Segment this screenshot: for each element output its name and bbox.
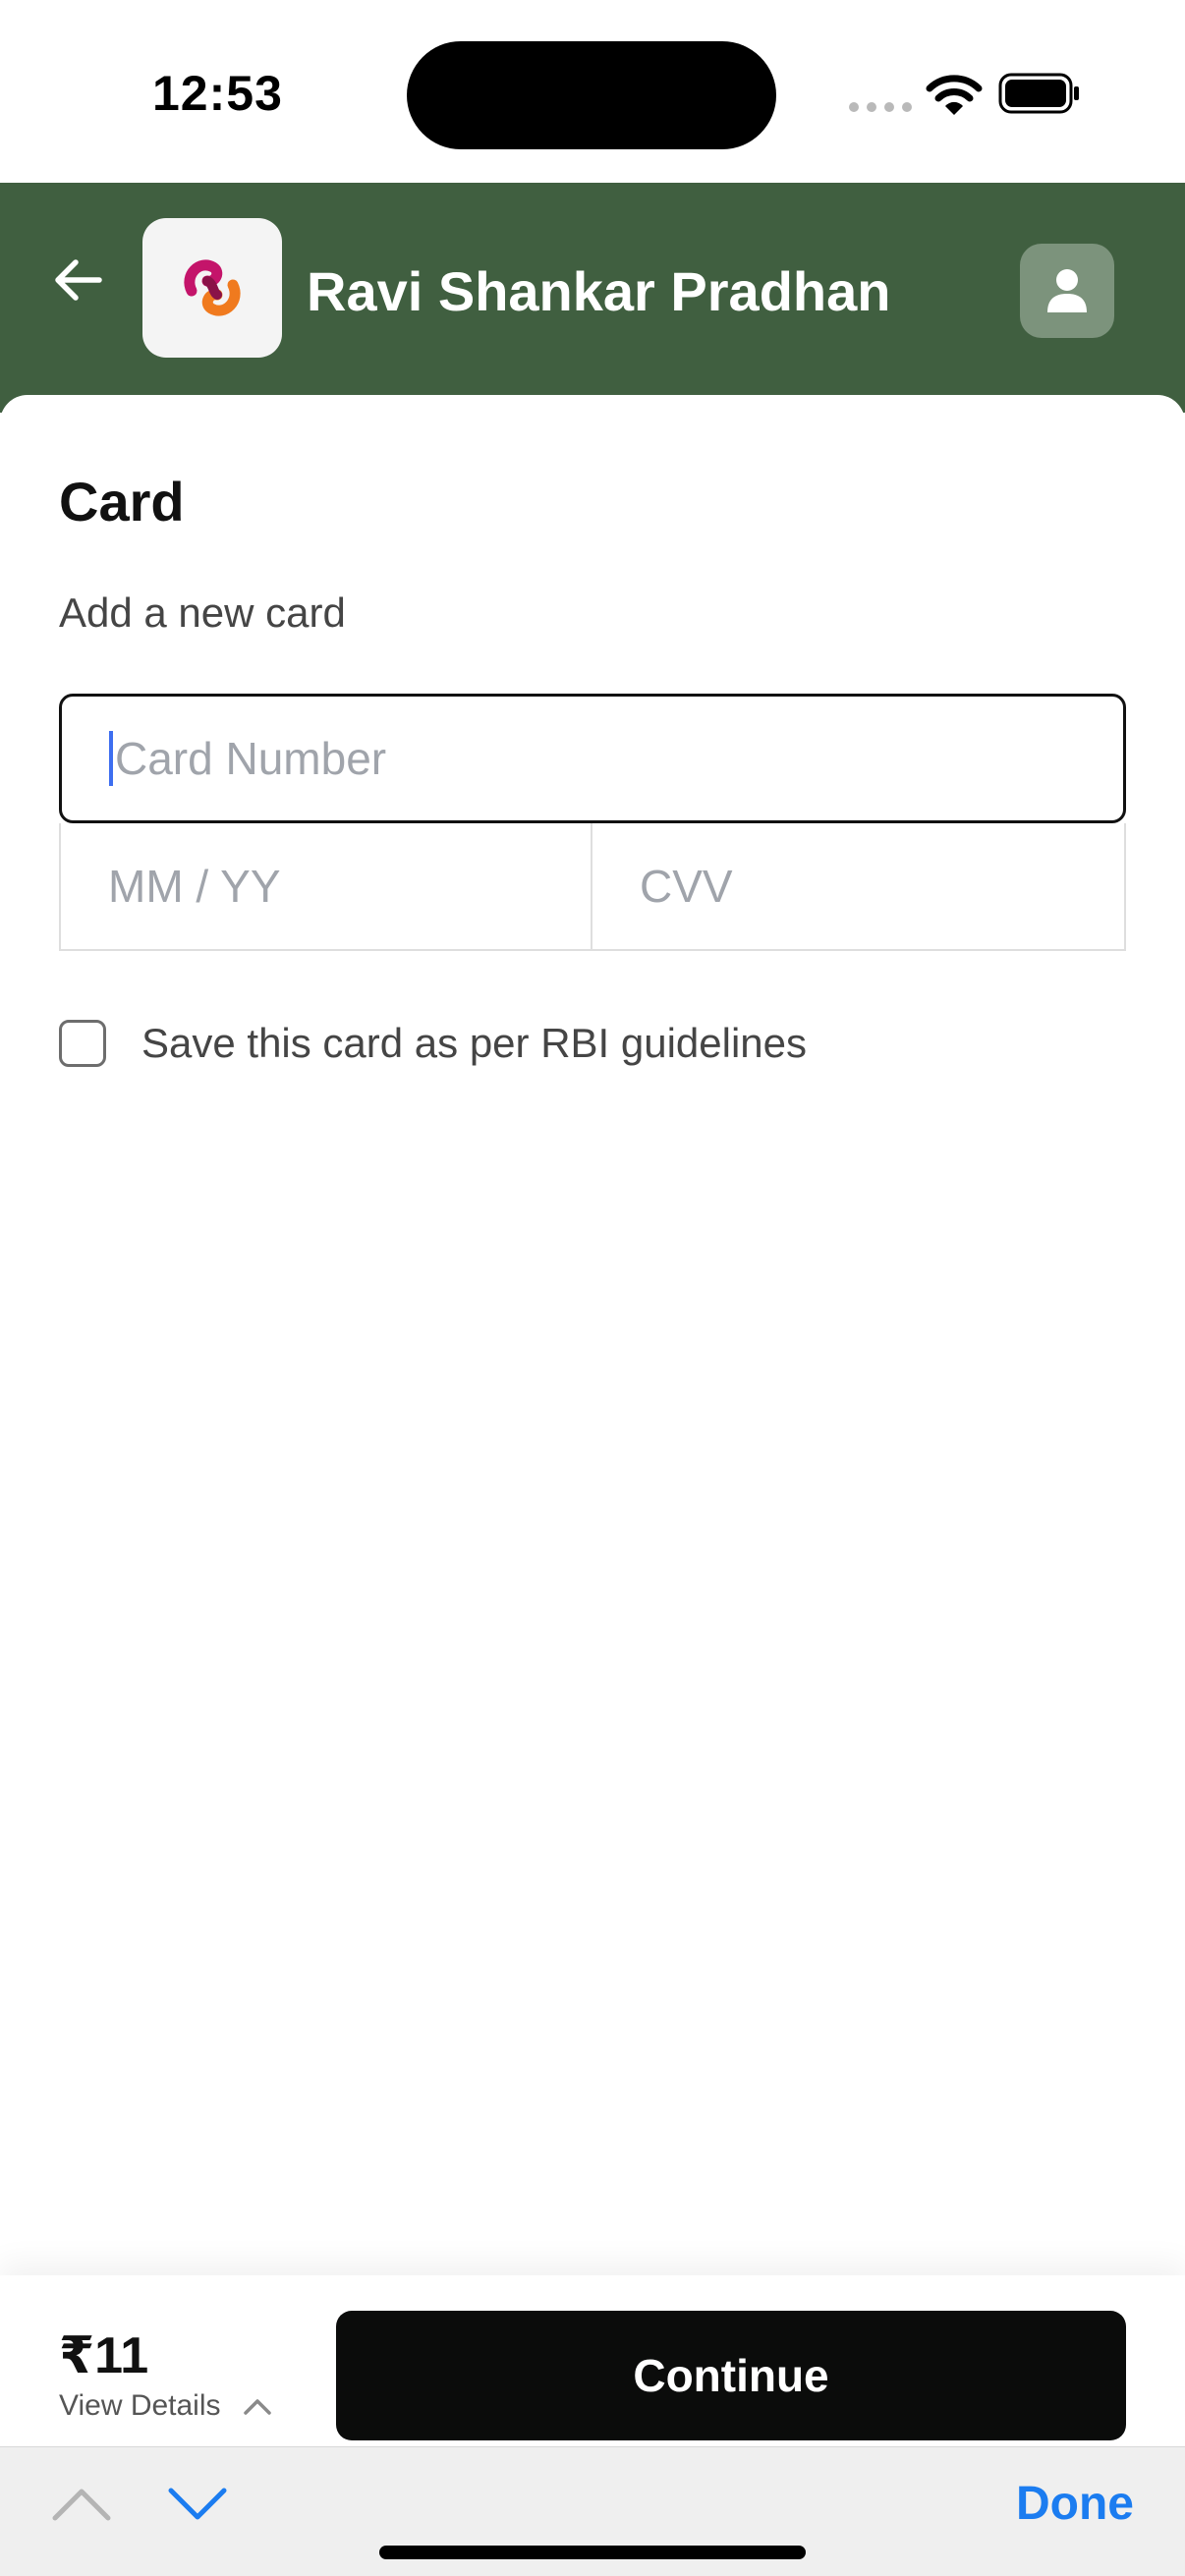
payment-amount: ₹11 xyxy=(59,2327,149,2384)
cvv-input[interactable] xyxy=(640,860,1072,913)
cellular-signal-icon xyxy=(849,102,912,112)
user-profile-icon xyxy=(1047,269,1087,312)
back-button[interactable] xyxy=(43,246,112,314)
text-caret xyxy=(109,731,113,786)
merchant-name: Ravi Shankar Pradhan xyxy=(307,260,891,322)
profile-button[interactable] xyxy=(1020,244,1114,338)
expiry-field[interactable] xyxy=(61,823,592,949)
merchant-header: Ravi Shankar Pradhan xyxy=(0,183,1185,413)
save-card-option[interactable]: Save this card as per RBI guidelines xyxy=(59,1020,807,1067)
cvv-field[interactable] xyxy=(592,823,1124,949)
continue-button[interactable]: Continue xyxy=(336,2311,1126,2440)
home-indicator xyxy=(379,2546,806,2559)
next-field-chevron-icon[interactable] xyxy=(167,2485,228,2524)
done-button[interactable]: Done xyxy=(1016,2477,1134,2531)
expiry-cvv-row xyxy=(59,823,1126,951)
card-payment-sheet: Card Add a new card Save this card as pe… xyxy=(0,395,1185,2281)
wifi-icon xyxy=(926,75,983,115)
expiry-input[interactable] xyxy=(108,860,540,913)
card-number-input[interactable] xyxy=(115,732,1078,785)
view-details-button[interactable]: View Details xyxy=(59,2389,272,2423)
merchant-logo xyxy=(142,218,282,358)
section-subtitle: Add a new card xyxy=(59,589,346,636)
section-title: Card xyxy=(59,471,185,532)
save-card-checkbox[interactable] xyxy=(59,1020,106,1067)
merchant-logo-mark xyxy=(184,259,241,316)
view-details-label: View Details xyxy=(59,2389,221,2422)
card-number-field[interactable] xyxy=(59,694,1126,823)
status-bar: 12:53 xyxy=(0,0,1185,183)
chevron-up-icon xyxy=(243,2399,271,2415)
keyboard-accessory-bar: Done xyxy=(0,2446,1185,2576)
payment-action-bar: ₹11 View Details Continue xyxy=(0,2275,1185,2446)
save-card-label: Save this card as per RBI guidelines xyxy=(141,1020,808,1066)
previous-field-chevron-icon[interactable] xyxy=(51,2485,112,2524)
back-arrow-icon xyxy=(55,259,102,301)
payment-screen: 12:53 Ravi Shankar Pradhan Card Add a ne… xyxy=(0,0,1185,2576)
status-time: 12:53 xyxy=(152,66,283,121)
battery-icon xyxy=(998,73,1079,114)
dynamic-island xyxy=(407,41,776,149)
